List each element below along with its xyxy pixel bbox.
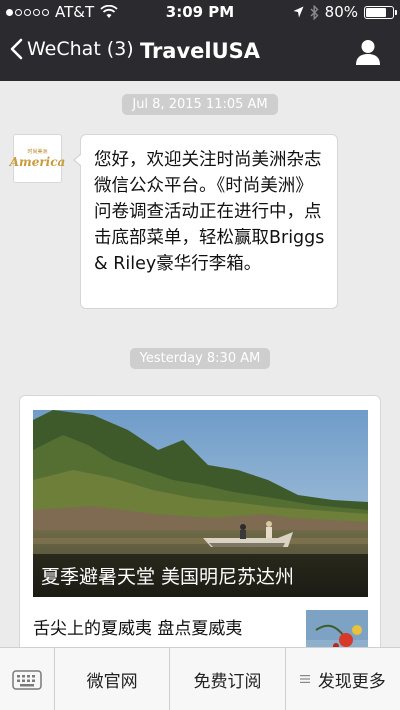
timestamp: Jul 8, 2015 11:05 AM xyxy=(0,93,400,115)
article-subtitle[interactable]: 舌尖上的夏威夷 盘点夏威夷 xyxy=(33,614,293,639)
status-bar: AT&T 3:09 PM 80% xyxy=(0,0,400,24)
article-card[interactable]: 夏季避暑天堂 美国明尼苏达州 舌尖上的夏威夷 盘点夏威夷 xyxy=(19,395,381,647)
timestamp: Yesterday 8:30 AM xyxy=(0,347,400,369)
battery-icon xyxy=(364,5,397,19)
battery-percent: 80% xyxy=(324,3,358,21)
menu-item-discover-more[interactable]: 发现更多 xyxy=(286,648,400,710)
keyboard-toggle-button[interactable] xyxy=(0,648,55,710)
menu-item-label: 免费订阅 xyxy=(193,671,262,692)
menu-item-official-site[interactable]: 微官网 xyxy=(55,648,171,710)
bluetooth-icon xyxy=(310,4,319,20)
account-avatar[interactable]: 时尚美洲 America xyxy=(10,134,65,183)
message-bubble[interactable]: 您好，欢迎关注时尚美洲杂志微信公众平台。《时尚美洲》问卷调查活动正在进行中，点击… xyxy=(73,134,338,309)
bottom-menu: 微官网 免费订阅 发现更多 xyxy=(0,647,400,710)
chat-title: TravelUSA xyxy=(139,39,261,63)
location-arrow-icon xyxy=(293,6,304,17)
message-text: 您好，欢迎关注时尚美洲杂志微信公众平台。《时尚美洲》问卷调查活动正在进行中，点击… xyxy=(94,150,325,274)
article-thumbnail[interactable] xyxy=(306,610,368,647)
nav-bar: WeChat (3) TravelUSA xyxy=(0,24,400,81)
menu-item-label: 微官网 xyxy=(86,671,138,692)
timestamp-label: Jul 8, 2015 11:05 AM xyxy=(122,94,278,115)
person-icon[interactable] xyxy=(354,38,382,66)
status-right: 80% xyxy=(293,3,397,21)
battery-level xyxy=(366,7,387,17)
timestamp-label: Yesterday 8:30 AM xyxy=(129,348,271,369)
menu-item-label: 发现更多 xyxy=(317,671,386,692)
chat-area[interactable]: Jul 8, 2015 11:05 AM 时尚美洲 America 您好，欢迎关… xyxy=(0,81,400,647)
menu-lines-icon xyxy=(299,675,310,683)
avatar-logo-text: America xyxy=(9,154,66,169)
menu-item-free-subscription[interactable]: 免费订阅 xyxy=(170,648,286,710)
keyboard-icon xyxy=(12,669,42,690)
article-caption: 夏季避暑天堂 美国明尼苏达州 xyxy=(33,554,368,597)
